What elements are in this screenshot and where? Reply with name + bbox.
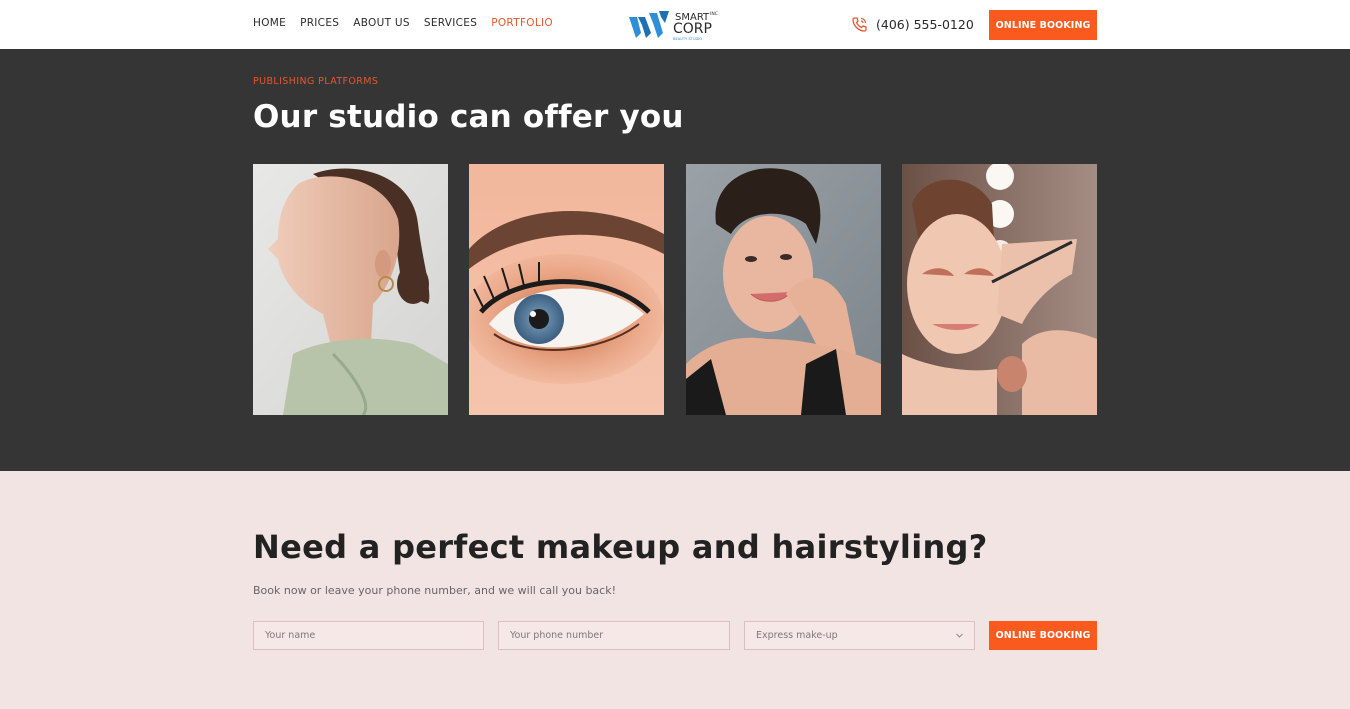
section-eyebrow: PUBLISHING PLATFORMS bbox=[253, 76, 379, 87]
section-title: Our studio can offer you bbox=[253, 99, 684, 135]
nav-home[interactable]: HOME bbox=[253, 17, 286, 29]
makeup-application-photo bbox=[902, 164, 1097, 415]
cta-title: Need a perfect makeup and hairstyling? bbox=[253, 528, 988, 566]
portfolio-card-1[interactable] bbox=[253, 164, 448, 415]
name-placeholder: Your name bbox=[265, 630, 316, 641]
service-select[interactable]: Express make-up bbox=[744, 621, 975, 650]
phone-input[interactable]: Your phone number bbox=[498, 621, 730, 650]
site-logo[interactable]: SMART CORP INC BEAUTY STUDIO bbox=[629, 9, 723, 41]
nav-portfolio[interactable]: PORTFOLIO bbox=[491, 17, 553, 29]
name-input[interactable]: Your name bbox=[253, 621, 484, 650]
phone-ringing-icon bbox=[852, 17, 867, 32]
portfolio-card-4[interactable] bbox=[902, 164, 1097, 415]
eye-makeup-closeup-photo bbox=[469, 164, 664, 415]
portfolio-card-2[interactable] bbox=[469, 164, 664, 415]
cta-online-booking-button[interactable]: ONLINE BOOKING bbox=[989, 621, 1097, 650]
nav-prices[interactable]: PRICES bbox=[300, 17, 339, 29]
w-logo-icon: SMART CORP INC BEAUTY STUDIO bbox=[629, 11, 718, 41]
portfolio-card-3[interactable] bbox=[686, 164, 881, 415]
nav-about-us[interactable]: ABOUT US bbox=[353, 17, 410, 29]
phone-number[interactable]: (406) 555-0120 bbox=[876, 17, 974, 32]
main-nav: HOME PRICES ABOUT US SERVICES PORTFOLIO bbox=[253, 17, 553, 29]
logo-text-corp: CORP bbox=[673, 21, 712, 37]
phone-placeholder: Your phone number bbox=[510, 630, 604, 641]
site-header: HOME PRICES ABOUT US SERVICES PORTFOLIO … bbox=[0, 0, 1350, 49]
portrait-profile-photo bbox=[253, 164, 448, 415]
nav-services[interactable]: SERVICES bbox=[424, 17, 477, 29]
logo-tagline: BEAUTY STUDIO bbox=[673, 37, 702, 41]
header-online-booking-button[interactable]: ONLINE BOOKING bbox=[989, 10, 1097, 40]
cta-subtitle: Book now or leave your phone number, and… bbox=[253, 584, 616, 597]
chevron-down-icon bbox=[956, 633, 963, 638]
portfolio-section: PUBLISHING PLATFORMS Our studio can offe… bbox=[0, 49, 1350, 471]
smiling-woman-photo bbox=[686, 164, 881, 415]
logo-badge: INC bbox=[710, 11, 718, 17]
header-phone[interactable]: (406) 555-0120 bbox=[851, 16, 974, 33]
service-selected-value: Express make-up bbox=[756, 630, 838, 641]
